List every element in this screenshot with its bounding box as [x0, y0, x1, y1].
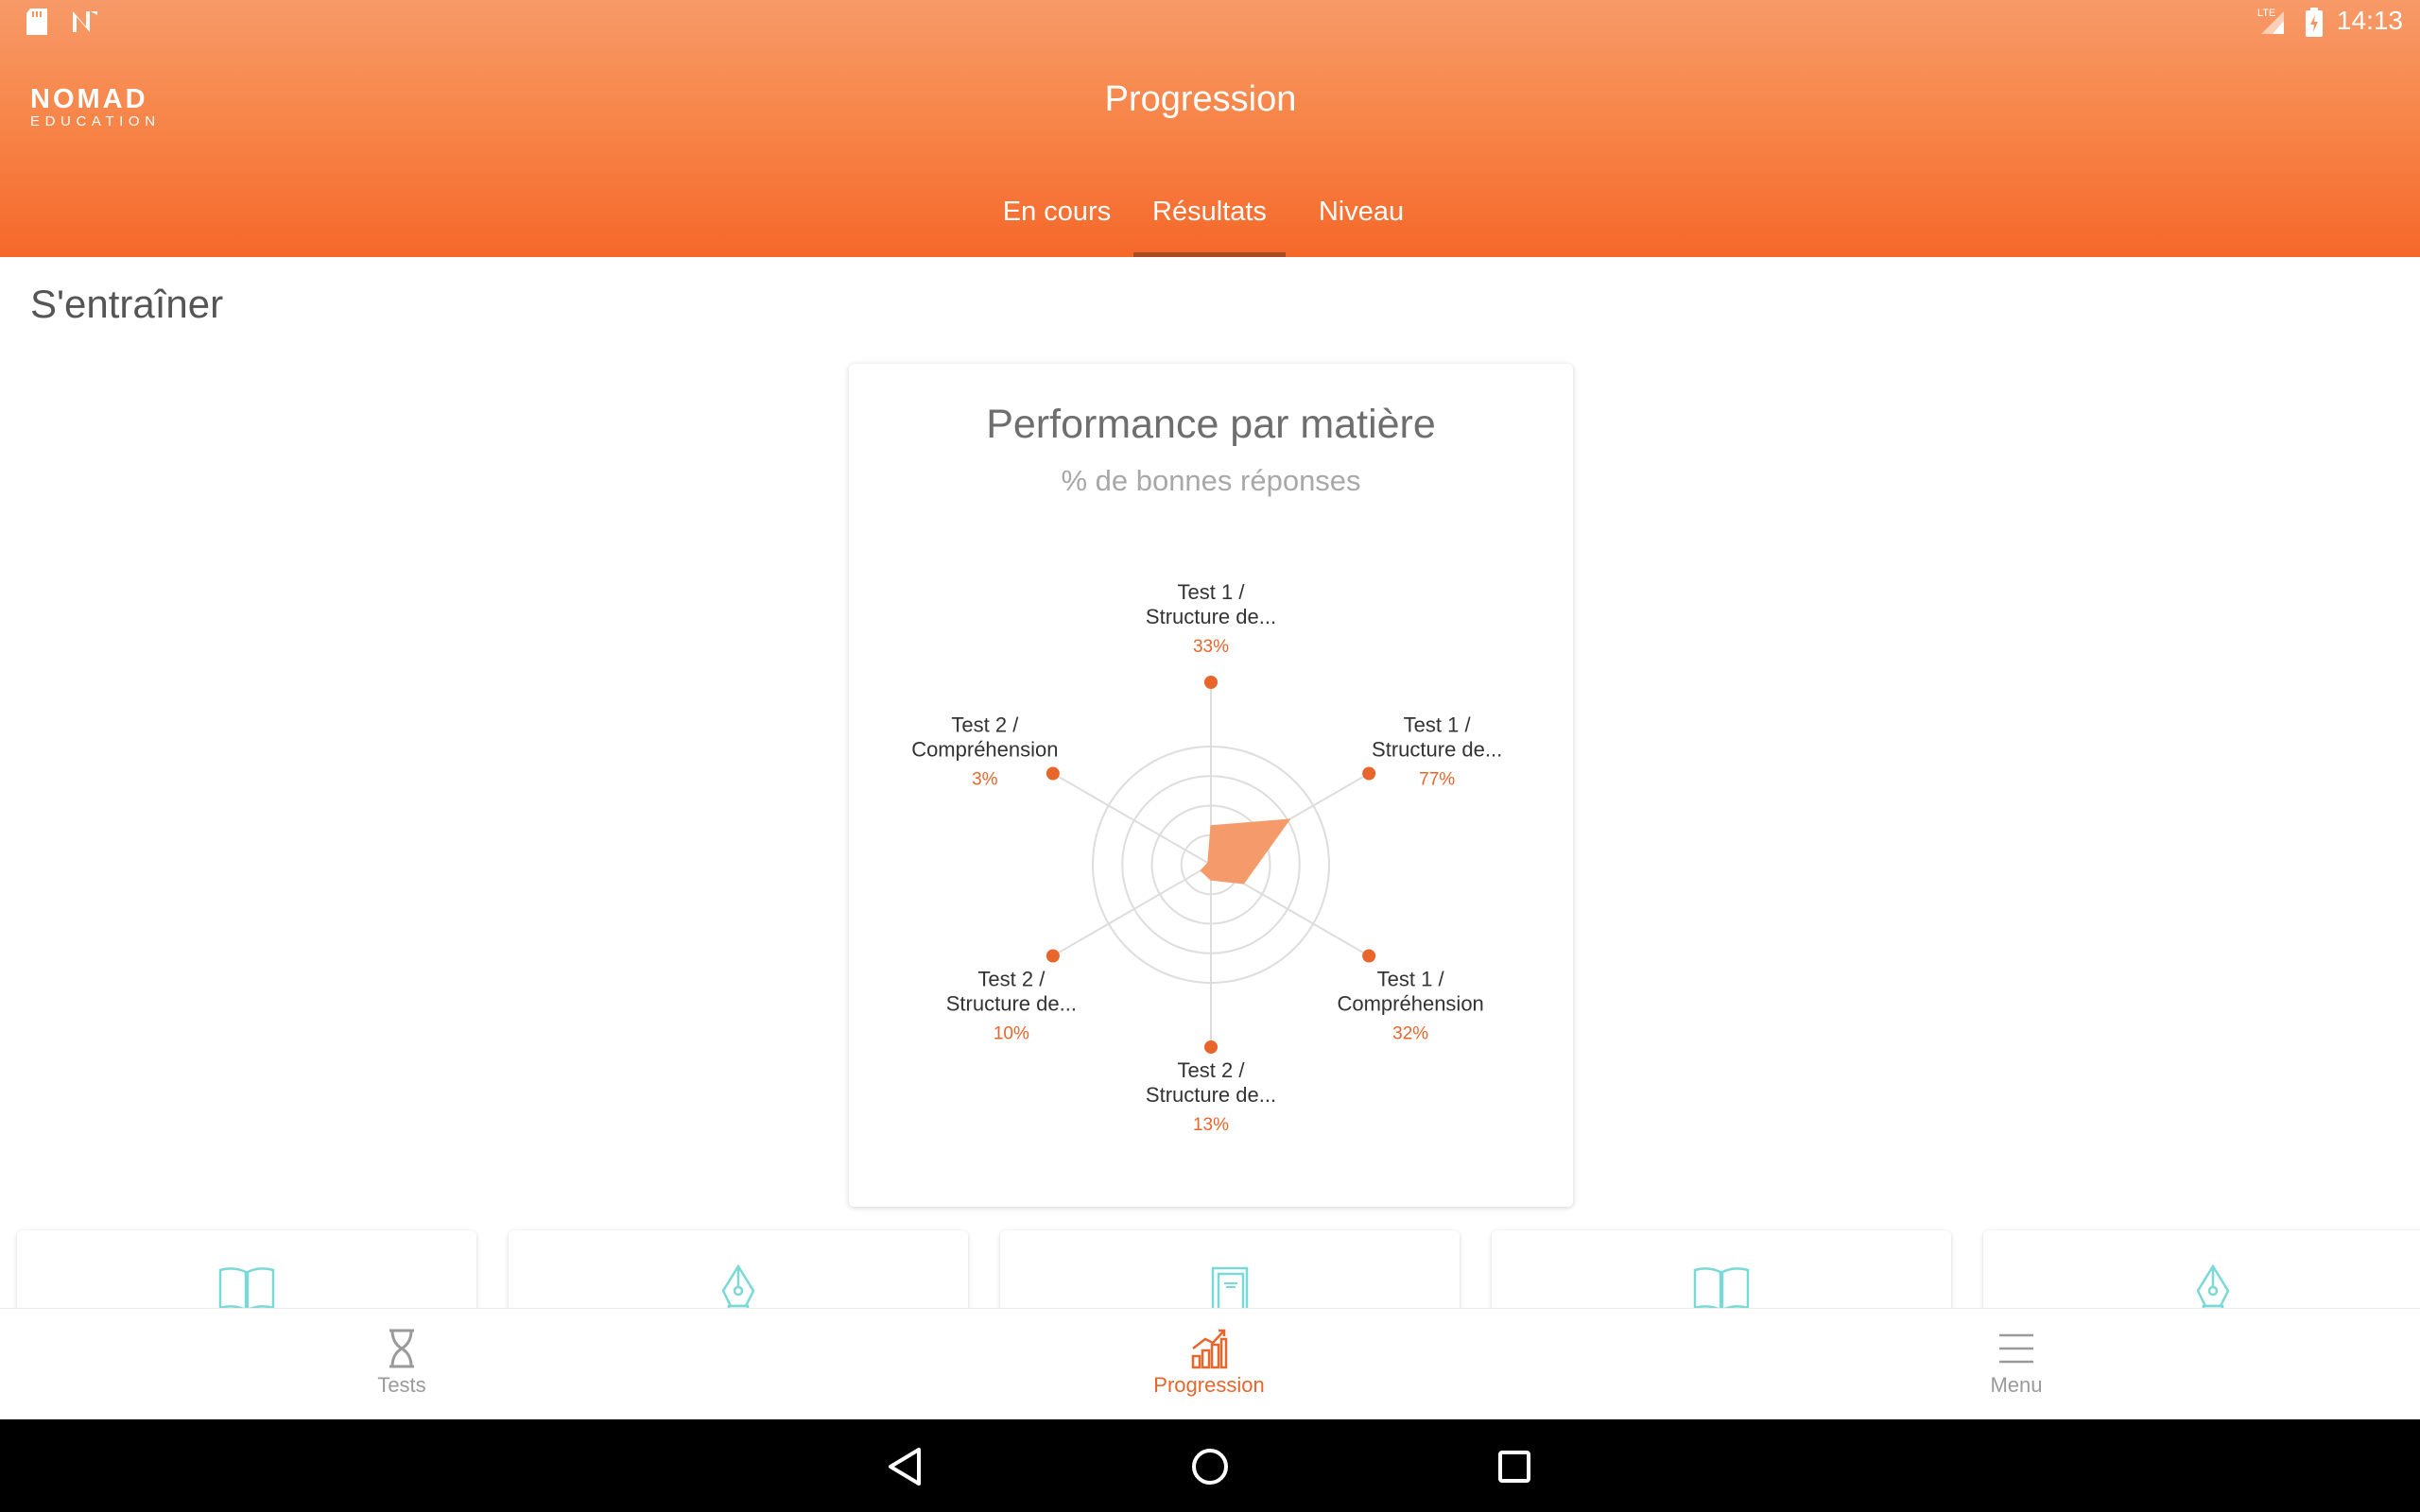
radar-axis-point [1046, 766, 1060, 781]
tab-label: Résultats [1152, 197, 1267, 227]
tab-niveau[interactable]: Niveau [1297, 189, 1426, 257]
book-icon [1691, 1264, 1752, 1308]
radar-axis-label: Test 1 / [1377, 968, 1445, 991]
bottom-navigation: Tests Progression Menu [0, 1308, 2420, 1419]
subject-cards-strip [0, 1228, 2420, 1308]
nav-label: Tests [377, 1373, 426, 1397]
radar-axis-line [1052, 864, 1212, 957]
tab-bar: En cours Résultats Niveau [0, 189, 2420, 257]
radar-axis-point [1204, 1040, 1218, 1054]
door-icon [1207, 1264, 1253, 1308]
radar-axis-label: Test 2 / [1178, 1058, 1246, 1082]
status-bar: LTE 14:13 [0, 0, 2420, 47]
radar-axis-label: Test 2 / [951, 713, 1019, 737]
pen-nib-icon [716, 1263, 761, 1308]
radar-value-label: 32% [1392, 1024, 1428, 1044]
radar-axis-label: Structure de... [946, 992, 1077, 1016]
section-title: S'entraîner [30, 282, 224, 326]
hourglass-icon [386, 1328, 418, 1374]
sd-card-icon [25, 8, 49, 40]
radar-axis-label: Test 1 / [1178, 580, 1246, 604]
subject-card[interactable] [1983, 1230, 2420, 1308]
nav-progression[interactable]: Progression [1067, 1309, 1351, 1420]
back-icon[interactable] [879, 1440, 932, 1493]
tab-resultats[interactable]: Résultats [1133, 189, 1286, 257]
radar-axis-label: Structure de... [1372, 738, 1502, 762]
tab-en-cours[interactable]: En cours [991, 189, 1123, 257]
chart-icon [1190, 1328, 1228, 1374]
radar-axis-point [1362, 766, 1376, 781]
radar-axis-point [1046, 949, 1060, 963]
radar-axis-label: Structure de... [1146, 1083, 1276, 1107]
radar-value-label: 77% [1419, 770, 1455, 790]
recents-icon[interactable] [1488, 1440, 1541, 1493]
tab-label: Niveau [1318, 197, 1405, 227]
nav-label: Progression [1153, 1373, 1265, 1397]
android-navigation-bar [0, 1419, 2420, 1512]
radar-value-label: 10% [994, 1024, 1029, 1044]
tab-label: En cours [1002, 197, 1112, 227]
home-icon[interactable] [1184, 1440, 1236, 1493]
subject-card[interactable] [17, 1230, 476, 1308]
nav-label: Menu [1990, 1373, 2043, 1397]
nav-menu[interactable]: Menu [1875, 1309, 2158, 1420]
subject-card[interactable] [1492, 1230, 1951, 1308]
book-icon [216, 1264, 277, 1308]
radar-axis-label: Compréhension [1337, 992, 1483, 1016]
radar-value-label: 13% [1193, 1115, 1229, 1135]
performance-chart-card: Performance par matière % de bonnes répo… [849, 364, 1573, 1207]
radar-data-area [1200, 818, 1291, 885]
radar-axis-label: Structure de... [1146, 605, 1276, 628]
status-time: 14:13 [2336, 6, 2403, 35]
radar-axis-label: Compréhension [911, 738, 1058, 762]
page-title: Progression [1104, 79, 1297, 119]
radar-axis-label: Test 1 / [1404, 713, 1472, 737]
subject-card[interactable] [1000, 1230, 1460, 1308]
radar-value-label: 3% [972, 770, 998, 790]
app-header: LTE 14:13 NOMAD EDUCATION Progression En… [0, 0, 2420, 257]
subject-card[interactable] [509, 1230, 968, 1308]
radar-axis-label: Test 2 / [977, 968, 1046, 991]
nomad-notification-icon [70, 8, 100, 40]
signal-icon [2257, 9, 2286, 40]
nav-tests[interactable]: Tests [260, 1309, 544, 1420]
menu-icon [1997, 1328, 2035, 1374]
radar-chart: Test 1 /Structure de...33%Test 1 /Struct… [911, 580, 1502, 1135]
radar-axis-point [1362, 949, 1376, 963]
radar-axis-point [1204, 676, 1218, 689]
pen-nib-icon [2190, 1263, 2236, 1308]
battery-charging-icon [2305, 8, 2324, 42]
radar-axis-line [1052, 772, 1212, 866]
radar-value-label: 33% [1193, 637, 1229, 657]
